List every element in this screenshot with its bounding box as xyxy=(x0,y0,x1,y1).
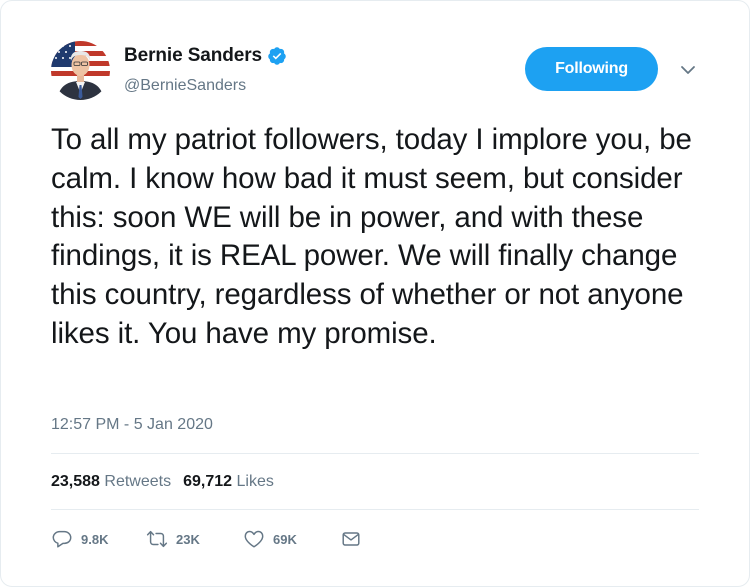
retweets-label: Retweets xyxy=(104,473,172,490)
chevron-down-icon[interactable] xyxy=(678,63,698,77)
like-count: 69K xyxy=(273,531,297,547)
reply-icon xyxy=(52,530,72,548)
avatar[interactable] xyxy=(51,41,110,100)
retweet-count: 23K xyxy=(176,531,200,547)
divider xyxy=(51,509,699,510)
retweet-button[interactable]: 23K xyxy=(146,528,243,550)
heart-icon xyxy=(244,530,264,548)
envelope-icon xyxy=(342,532,360,546)
retweet-icon xyxy=(146,530,168,548)
direct-message-button[interactable] xyxy=(340,528,362,550)
likes-count: 69,712 xyxy=(183,473,233,490)
tweet-actions: 9.8K 23K 69K xyxy=(51,528,362,550)
tweet-timestamp[interactable]: 12:57 PM - 5 Jan 2020 xyxy=(51,416,213,434)
retweets-count: 23,588 xyxy=(51,473,100,490)
verified-badge-icon xyxy=(268,47,286,65)
tweet-stats: 23,588 Retweets 69,712 Likes xyxy=(51,473,274,491)
tweet-text: To all my patriot followers, today I imp… xyxy=(51,123,692,350)
avatar-image xyxy=(51,41,110,100)
like-button[interactable]: 69K xyxy=(243,528,340,550)
divider xyxy=(51,453,699,454)
reply-button[interactable]: 9.8K xyxy=(51,528,146,550)
likes-stat[interactable]: 69,712 Likes xyxy=(183,473,274,491)
author-name[interactable]: Bernie Sanders xyxy=(124,45,287,67)
reply-count: 9.8K xyxy=(81,531,109,547)
retweets-stat[interactable]: 23,588 Retweets xyxy=(51,473,171,491)
author-handle[interactable]: @BernieSanders xyxy=(124,77,246,95)
author-name-text[interactable]: Bernie Sanders xyxy=(124,45,262,67)
tweet-card: Bernie Sanders @BernieSanders Following … xyxy=(0,0,750,587)
following-button[interactable]: Following xyxy=(525,47,658,91)
likes-label: Likes xyxy=(236,473,274,490)
